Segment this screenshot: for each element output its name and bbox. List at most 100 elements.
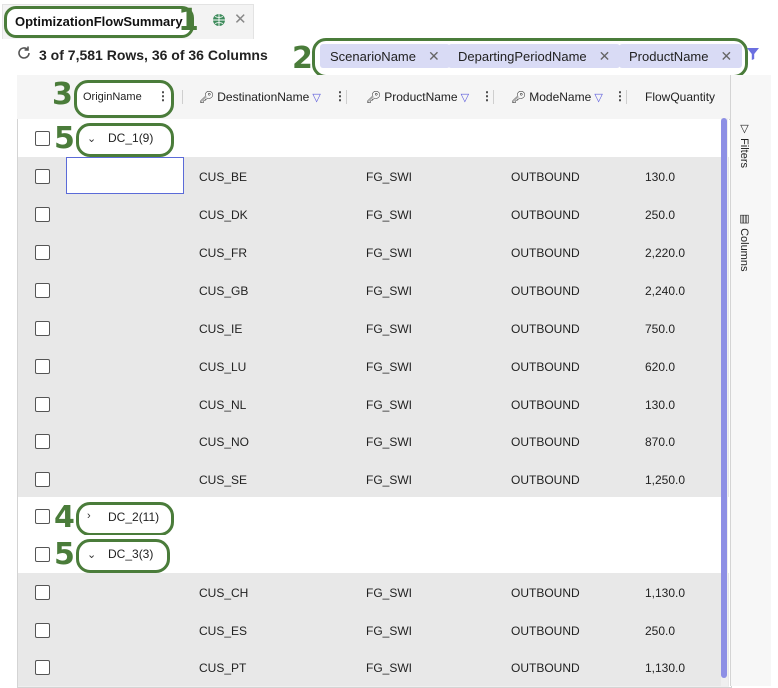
- cell-mode[interactable]: OUTBOUND: [511, 661, 580, 675]
- close-icon[interactable]: ✕: [720, 48, 732, 64]
- group-chip-scenario-name[interactable]: ScenarioName ✕: [320, 44, 450, 68]
- cell-mode[interactable]: OUTBOUND: [511, 322, 580, 336]
- row-checkbox[interactable]: [35, 397, 50, 412]
- cell-flow-quantity[interactable]: 130.0: [645, 170, 675, 184]
- cell-mode[interactable]: OUTBOUND: [511, 170, 580, 184]
- cell-flow-quantity[interactable]: 870.0: [645, 435, 675, 449]
- row-checkbox[interactable]: [35, 660, 50, 675]
- cell-flow-quantity[interactable]: 750.0: [645, 322, 675, 336]
- chevron-down-icon[interactable]: ⌄: [87, 548, 96, 561]
- cell-flow-quantity[interactable]: 620.0: [645, 360, 675, 374]
- cell-product[interactable]: FG_SWI: [366, 360, 412, 374]
- cell-mode[interactable]: OUTBOUND: [511, 398, 580, 412]
- row-checkbox[interactable]: [35, 169, 50, 184]
- cell-product[interactable]: FG_SWI: [366, 398, 412, 412]
- row-checkbox[interactable]: [35, 283, 50, 298]
- cell-destination[interactable]: CUS_BE: [199, 170, 247, 184]
- cell-destination[interactable]: CUS_NO: [199, 435, 249, 449]
- close-icon[interactable]: ✕: [428, 48, 440, 64]
- row-checkbox[interactable]: [35, 547, 50, 562]
- cell-mode[interactable]: OUTBOUND: [511, 360, 580, 374]
- filter-icon[interactable]: [746, 47, 760, 61]
- cell-flow-quantity[interactable]: 1,130.0: [645, 586, 685, 600]
- column-header-product-name[interactable]: 🔑︎ ProductName ▽: [366, 90, 469, 104]
- group-chip-label: ProductName: [629, 49, 709, 64]
- tab-close-icon[interactable]: ✕: [234, 10, 247, 28]
- filter-icon[interactable]: ▽: [591, 92, 602, 104]
- cell-destination[interactable]: CUS_ES: [199, 624, 247, 638]
- row-checkbox[interactable]: [35, 623, 50, 638]
- chevron-right-icon[interactable]: ›: [87, 510, 91, 522]
- cell-flow-quantity[interactable]: 130.0: [645, 398, 675, 412]
- cell-product[interactable]: FG_SWI: [366, 624, 412, 638]
- cell-destination[interactable]: CUS_GB: [199, 284, 248, 298]
- column-header-mode-name[interactable]: 🔑︎ ModeName ▽: [511, 90, 603, 104]
- cell-product[interactable]: FG_SWI: [366, 170, 412, 184]
- cell-product[interactable]: FG_SWI: [366, 586, 412, 600]
- cell-flow-quantity[interactable]: 1,130.0: [645, 661, 685, 675]
- cell-flow-quantity[interactable]: 250.0: [645, 208, 675, 222]
- row-checkbox[interactable]: [35, 359, 50, 374]
- cell-destination[interactable]: CUS_LU: [199, 360, 246, 374]
- row-checkbox[interactable]: [35, 509, 50, 524]
- cell-destination[interactable]: CUS_IE: [199, 322, 242, 336]
- selected-cell[interactable]: [66, 157, 184, 194]
- group-chip-product-name[interactable]: ProductName ✕: [619, 44, 743, 68]
- cell-flow-quantity[interactable]: 2,240.0: [645, 284, 685, 298]
- cell-product[interactable]: FG_SWI: [366, 322, 412, 336]
- row-checkbox[interactable]: [35, 131, 50, 146]
- side-tab-filters[interactable]: ▽ Filters: [738, 122, 751, 168]
- refresh-icon[interactable]: [16, 45, 32, 61]
- group-chip-departing-period-name[interactable]: DepartingPeriodName ✕: [448, 44, 621, 68]
- cell-mode[interactable]: OUTBOUND: [511, 435, 580, 449]
- column-menu-icon[interactable]: ⋮: [614, 89, 626, 103]
- group-label: DC_3(3): [108, 547, 154, 561]
- vertical-scrollbar-thumb[interactable]: [721, 118, 727, 678]
- globe-icon[interactable]: [212, 13, 226, 27]
- cell-product[interactable]: FG_SWI: [366, 284, 412, 298]
- cell-mode[interactable]: OUTBOUND: [511, 473, 580, 487]
- column-header-flow-quantity[interactable]: FlowQuantity: [645, 90, 715, 104]
- column-separator: [346, 90, 347, 104]
- cell-destination[interactable]: CUS_FR: [199, 246, 247, 260]
- filter-icon[interactable]: ▽: [458, 92, 469, 104]
- column-label-origin-name: OriginName: [83, 91, 142, 103]
- column-menu-icon[interactable]: ⋮: [157, 89, 169, 103]
- cell-mode[interactable]: OUTBOUND: [511, 284, 580, 298]
- row-checkbox[interactable]: [35, 245, 50, 260]
- cell-destination[interactable]: CUS_PT: [199, 661, 246, 675]
- callout-5: 5: [54, 537, 75, 572]
- group-chip-label: DepartingPeriodName: [458, 49, 587, 64]
- row-checkbox[interactable]: [35, 585, 50, 600]
- cell-product[interactable]: FG_SWI: [366, 246, 412, 260]
- chevron-down-icon[interactable]: ⌄: [87, 132, 96, 145]
- cell-product[interactable]: FG_SWI: [366, 435, 412, 449]
- cell-mode[interactable]: OUTBOUND: [511, 624, 580, 638]
- side-tab-columns[interactable]: ▥ Columns: [738, 212, 751, 271]
- close-icon[interactable]: ✕: [599, 48, 611, 64]
- row-checkbox[interactable]: [35, 472, 50, 487]
- cell-flow-quantity[interactable]: 1,250.0: [645, 473, 685, 487]
- column-label-product-name: ProductName: [384, 90, 458, 104]
- cell-product[interactable]: FG_SWI: [366, 473, 412, 487]
- cell-mode[interactable]: OUTBOUND: [511, 208, 580, 222]
- filter-icon[interactable]: ▽: [309, 92, 320, 104]
- cell-destination[interactable]: CUS_CH: [199, 586, 248, 600]
- cell-destination[interactable]: CUS_DK: [199, 208, 248, 222]
- cell-destination[interactable]: CUS_NL: [199, 398, 246, 412]
- cell-flow-quantity[interactable]: 2,220.0: [645, 246, 685, 260]
- cell-destination[interactable]: CUS_SE: [199, 473, 247, 487]
- cell-mode[interactable]: OUTBOUND: [511, 246, 580, 260]
- cell-mode[interactable]: OUTBOUND: [511, 586, 580, 600]
- side-tab-filters-label: Filters: [738, 138, 750, 169]
- row-checkbox[interactable]: [35, 321, 50, 336]
- column-header-destination-name[interactable]: 🔑︎ DestinationName ▽: [199, 90, 321, 104]
- column-menu-icon[interactable]: ⋮: [481, 89, 493, 103]
- column-menu-icon[interactable]: ⋮: [334, 89, 346, 103]
- cell-product[interactable]: FG_SWI: [366, 208, 412, 222]
- row-checkbox[interactable]: [35, 207, 50, 222]
- row-checkbox[interactable]: [35, 434, 50, 449]
- cell-product[interactable]: FG_SWI: [366, 661, 412, 675]
- cell-flow-quantity[interactable]: 250.0: [645, 624, 675, 638]
- tab-title[interactable]: OptimizationFlowSummary: [4, 6, 194, 38]
